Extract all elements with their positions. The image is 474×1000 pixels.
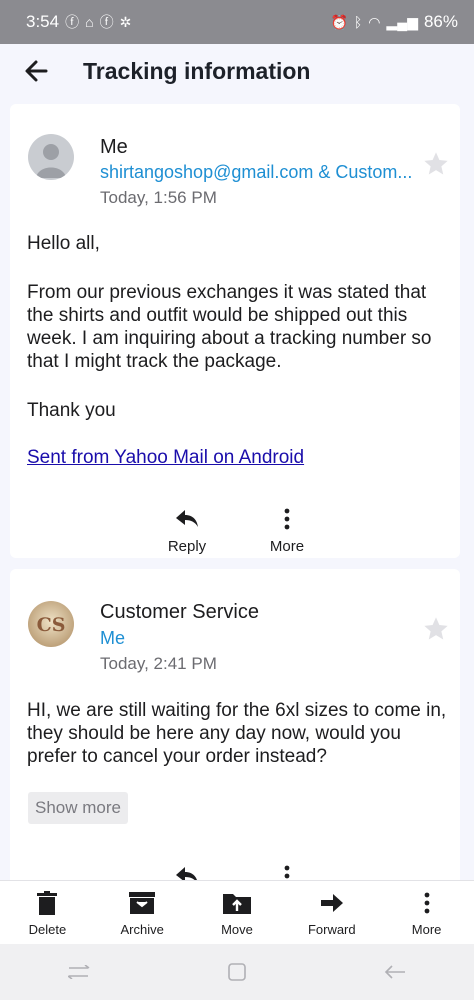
message-greeting: Hello all, (27, 233, 100, 254)
alarm-icon: ⏰ (330, 13, 348, 30)
recent-apps-icon[interactable] (64, 957, 94, 987)
delete-button[interactable]: Delete (2, 881, 92, 945)
more-vertical-icon (424, 892, 429, 914)
sender-name: Me (100, 136, 128, 158)
reply-label: Reply (167, 538, 207, 555)
show-more-button[interactable]: Show more (28, 792, 128, 824)
page-title: Tracking information (83, 58, 311, 84)
facebook-icon: ⓕ (65, 14, 80, 30)
home-button-icon[interactable] (222, 957, 252, 987)
reply-button[interactable]: Reply (152, 506, 222, 555)
facebook-icon: ⓕ (99, 14, 114, 30)
star-icon[interactable] (422, 150, 450, 178)
archive-label: Archive (120, 922, 164, 937)
signature-link[interactable]: Sent from Yahoo Mail on Android (27, 447, 304, 468)
move-label: Move (221, 922, 253, 937)
bluetooth-icon: ᛒ (353, 14, 363, 30)
star-icon[interactable] (422, 615, 450, 643)
message-time: Today, 1:56 PM (100, 188, 217, 207)
sender-name: Customer Service (100, 601, 259, 623)
message-body: From our previous exchanges it was state… (27, 282, 432, 372)
back-arrow-icon[interactable] (22, 54, 56, 88)
back-nav-icon[interactable] (380, 957, 410, 987)
pinwheel-icon: ✲ (119, 13, 132, 30)
forward-icon (320, 894, 343, 912)
more-button[interactable]: More (382, 881, 472, 945)
message-closing: Thank you (27, 400, 116, 421)
recipients[interactable]: Me (100, 628, 125, 649)
wifi-icon: ◠ (368, 13, 381, 30)
move-button[interactable]: Move (192, 881, 282, 945)
message-card: CS Customer Service Me Today, 2:41 PM HI… (10, 569, 460, 909)
avatar: CS (28, 601, 74, 647)
avatar (28, 134, 74, 180)
more-button[interactable]: More (252, 506, 322, 555)
message-time: Today, 2:41 PM (100, 654, 217, 673)
more-vertical-icon (284, 508, 290, 530)
avatar-initials: CS (37, 614, 66, 636)
home-icon: ⌂ (85, 14, 94, 30)
battery-level: 86% (423, 12, 458, 31)
status-time: 3:54 (26, 12, 60, 31)
bottom-toolbar: Delete Archive Move Forward More (0, 880, 474, 945)
more-label: More (411, 922, 442, 937)
more-label: More (269, 538, 305, 555)
signal-icon: ▂▄▆ (386, 13, 418, 30)
header: Tracking information (0, 44, 474, 100)
message-body: HI, we are still waiting for the 6xl siz… (27, 700, 447, 767)
delete-label: Delete (28, 922, 67, 937)
forward-label: Forward (307, 922, 356, 937)
archive-button[interactable]: Archive (97, 881, 187, 945)
system-nav-bar (0, 944, 474, 1000)
trash-icon (37, 891, 58, 915)
reply-icon (176, 510, 198, 527)
message-card: Me shirtangoshop@gmail.com & Custom... T… (10, 104, 460, 558)
archive-icon (129, 892, 156, 914)
status-bar: 3:54 ⓕ ⌂ ⓕ ✲ ⏰ ᛒ ◠ ▂▄▆ 86% (0, 0, 474, 44)
move-folder-icon (222, 894, 251, 914)
recipients[interactable]: shirtangoshop@gmail.com & Custom... (100, 162, 412, 183)
forward-button[interactable]: Forward (287, 881, 377, 945)
